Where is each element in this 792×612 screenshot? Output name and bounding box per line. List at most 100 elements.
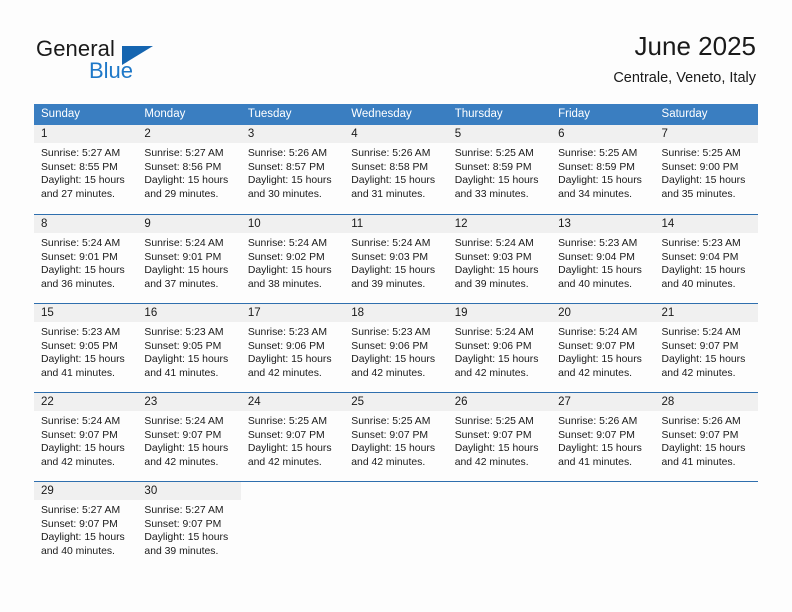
day-cell[interactable]: 29 Sunrise: 5:27 AM Sunset: 9:07 PM Dayl…	[34, 482, 138, 570]
day-info: Sunrise: 5:24 AM Sunset: 9:07 PM Dayligh…	[551, 322, 654, 380]
day-number: 6	[558, 128, 565, 140]
day-number: 1	[41, 128, 48, 140]
day-info: Sunrise: 5:24 AM Sunset: 9:01 PM Dayligh…	[137, 233, 240, 291]
daylight-text-line2: and 41 minutes.	[41, 367, 115, 379]
day-cell[interactable]: 24 Sunrise: 5:25 AM Sunset: 9:07 PM Dayl…	[240, 393, 345, 481]
day-cell[interactable]: 9 Sunrise: 5:24 AM Sunset: 9:01 PM Dayli…	[137, 215, 241, 303]
day-cell-empty	[344, 482, 448, 570]
day-number-band: 7	[654, 125, 758, 143]
day-cell[interactable]: 23 Sunrise: 5:24 AM Sunset: 9:07 PM Dayl…	[137, 393, 241, 481]
daylight-text-line2: and 30 minutes.	[247, 188, 322, 200]
sunset-text: Sunset: 9:07 PM	[351, 429, 429, 441]
daylight-text-line1: Daylight: 15 hours	[41, 354, 125, 366]
day-cell[interactable]: 22 Sunrise: 5:24 AM Sunset: 9:07 PM Dayl…	[34, 393, 138, 481]
day-cell[interactable]: 18 Sunrise: 5:23 AM Sunset: 9:06 PM Dayl…	[344, 304, 448, 392]
sunset-text: Sunset: 8:58 PM	[351, 161, 429, 173]
day-number-band: 10	[240, 215, 345, 233]
day-number-band: 23	[137, 393, 241, 411]
day-cell[interactable]: 1 Sunrise: 5:27 AM Sunset: 8:55 PM Dayli…	[34, 125, 138, 214]
day-number-band: 30	[137, 482, 241, 500]
daylight-text-line1: Daylight: 15 hours	[144, 265, 229, 277]
day-cell[interactable]: 7 Sunrise: 5:25 AM Sunset: 9:00 PM Dayli…	[654, 125, 758, 214]
sunrise-text: Sunrise: 5:23 AM	[661, 238, 741, 249]
day-number-band: 2	[137, 125, 241, 143]
daylight-text-line2: and 42 minutes.	[351, 367, 426, 379]
week-row: 22 Sunrise: 5:24 AM Sunset: 9:07 PM Dayl…	[34, 392, 758, 481]
sunrise-text: Sunrise: 5:27 AM	[144, 505, 224, 516]
sunset-text: Sunset: 9:07 PM	[144, 518, 222, 530]
day-cell[interactable]: 16 Sunrise: 5:23 AM Sunset: 9:05 PM Dayl…	[137, 304, 241, 392]
daylight-text-line1: Daylight: 15 hours	[247, 175, 332, 187]
day-number-band: 4	[344, 125, 448, 143]
weekday-header-wednesday: Wednesday	[351, 108, 412, 120]
day-number: 22	[41, 396, 54, 408]
day-number: 25	[351, 396, 365, 408]
daylight-text-line2: and 42 minutes.	[247, 367, 322, 379]
day-number: 29	[41, 485, 54, 497]
weekday-header-monday: Monday	[144, 108, 186, 120]
day-number-band	[344, 482, 447, 500]
day-cell[interactable]: 15 Sunrise: 5:23 AM Sunset: 9:05 PM Dayl…	[34, 304, 138, 392]
daylight-text-line1: Daylight: 15 hours	[144, 443, 229, 455]
daylight-text-line1: Daylight: 15 hours	[41, 532, 125, 544]
day-cell[interactable]: 20 Sunrise: 5:24 AM Sunset: 9:07 PM Dayl…	[551, 304, 655, 392]
day-number-band: 24	[240, 393, 345, 411]
day-number-band: 3	[240, 125, 345, 143]
day-info: Sunrise: 5:24 AM Sunset: 9:06 PM Dayligh…	[448, 322, 551, 380]
day-cell[interactable]: 3 Sunrise: 5:26 AM Sunset: 8:57 PM Dayli…	[240, 125, 345, 214]
week-row: 29 Sunrise: 5:27 AM Sunset: 9:07 PM Dayl…	[34, 481, 758, 570]
sunset-text: Sunset: 9:02 PM	[247, 251, 325, 263]
day-info: Sunrise: 5:26 AM Sunset: 9:07 PM Dayligh…	[551, 411, 654, 469]
day-info: Sunrise: 5:23 AM Sunset: 9:05 PM Dayligh…	[137, 322, 240, 380]
day-cell[interactable]: 10 Sunrise: 5:24 AM Sunset: 9:02 PM Dayl…	[240, 215, 345, 303]
day-cell[interactable]: 26 Sunrise: 5:25 AM Sunset: 9:07 PM Dayl…	[447, 393, 552, 481]
sunrise-text: Sunrise: 5:23 AM	[247, 327, 327, 338]
day-cell[interactable]: 25 Sunrise: 5:25 AM Sunset: 9:07 PM Dayl…	[344, 393, 448, 481]
daylight-text-line1: Daylight: 15 hours	[351, 443, 436, 455]
day-cell[interactable]: 8 Sunrise: 5:24 AM Sunset: 9:01 PM Dayli…	[34, 215, 138, 303]
day-cell[interactable]: 11 Sunrise: 5:24 AM Sunset: 9:03 PM Dayl…	[344, 215, 448, 303]
sunset-text: Sunset: 9:07 PM	[41, 518, 118, 530]
day-number-band: 29	[34, 482, 138, 500]
day-cell[interactable]: 12 Sunrise: 5:24 AM Sunset: 9:03 PM Dayl…	[447, 215, 552, 303]
day-cell[interactable]: 6 Sunrise: 5:25 AM Sunset: 8:59 PM Dayli…	[551, 125, 655, 214]
sunset-text: Sunset: 9:07 PM	[558, 429, 635, 441]
day-info: Sunrise: 5:24 AM Sunset: 9:03 PM Dayligh…	[344, 233, 447, 291]
day-number: 3	[247, 128, 255, 140]
day-cell[interactable]: 4 Sunrise: 5:26 AM Sunset: 8:58 PM Dayli…	[344, 125, 448, 214]
weekday-header-friday: Friday	[558, 108, 591, 120]
day-info: Sunrise: 5:26 AM Sunset: 9:07 PM Dayligh…	[655, 411, 758, 469]
calendar-grid: Sunday Monday Tuesday Wednesday Thursday…	[34, 104, 758, 570]
daylight-text-line2: and 42 minutes.	[454, 367, 529, 379]
daylight-text-line1: Daylight: 15 hours	[558, 265, 642, 277]
day-number: 7	[661, 128, 668, 140]
daylight-text-line2: and 42 minutes.	[351, 456, 426, 468]
day-number-band: 11	[344, 215, 448, 233]
day-cell[interactable]: 5 Sunrise: 5:25 AM Sunset: 8:59 PM Dayli…	[447, 125, 552, 214]
day-number-band: 25	[344, 393, 448, 411]
daylight-text-line2: and 41 minutes.	[558, 456, 633, 468]
sunrise-text: Sunrise: 5:23 AM	[144, 327, 224, 338]
day-cell[interactable]: 19 Sunrise: 5:24 AM Sunset: 9:06 PM Dayl…	[447, 304, 552, 392]
day-number-band: 28	[654, 393, 758, 411]
day-number: 2	[144, 128, 151, 140]
day-cell[interactable]: 30 Sunrise: 5:27 AM Sunset: 9:07 PM Dayl…	[137, 482, 241, 570]
daylight-text-line1: Daylight: 15 hours	[144, 354, 229, 366]
day-cell[interactable]: 28 Sunrise: 5:26 AM Sunset: 9:07 PM Dayl…	[654, 393, 758, 481]
day-cell[interactable]: 14 Sunrise: 5:23 AM Sunset: 9:04 PM Dayl…	[654, 215, 758, 303]
daylight-text-line1: Daylight: 15 hours	[558, 443, 642, 455]
sunset-text: Sunset: 9:06 PM	[454, 340, 532, 352]
day-number: 9	[144, 218, 151, 230]
day-info: Sunrise: 5:26 AM Sunset: 8:58 PM Dayligh…	[344, 143, 447, 201]
daylight-text-line2: and 38 minutes.	[247, 278, 322, 290]
sunrise-text: Sunrise: 5:27 AM	[41, 505, 121, 516]
day-cell[interactable]: 21 Sunrise: 5:24 AM Sunset: 9:07 PM Dayl…	[654, 304, 758, 392]
day-cell[interactable]: 27 Sunrise: 5:26 AM Sunset: 9:07 PM Dayl…	[551, 393, 655, 481]
day-cell[interactable]: 2 Sunrise: 5:27 AM Sunset: 8:56 PM Dayli…	[137, 125, 241, 214]
day-number: 11	[351, 218, 364, 230]
brand-logo[interactable]: General Blue	[36, 36, 216, 88]
day-info: Sunrise: 5:27 AM Sunset: 9:07 PM Dayligh…	[34, 500, 137, 558]
sunset-text: Sunset: 9:04 PM	[558, 251, 635, 263]
day-cell[interactable]: 17 Sunrise: 5:23 AM Sunset: 9:06 PM Dayl…	[240, 304, 345, 392]
day-cell[interactable]: 13 Sunrise: 5:23 AM Sunset: 9:04 PM Dayl…	[551, 215, 655, 303]
